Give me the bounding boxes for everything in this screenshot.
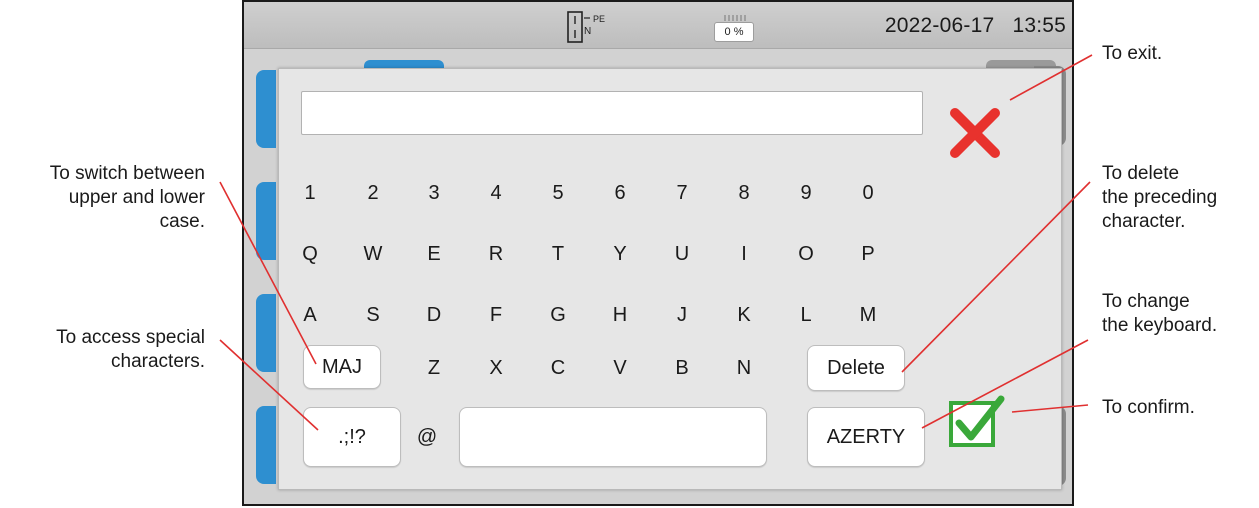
status-bar: PE N 0 % 2022-06-17 13:55 (244, 2, 1072, 49)
key-b[interactable]: B (658, 348, 706, 388)
key-d[interactable]: D (410, 295, 458, 335)
status-time: 13:55 (1012, 14, 1066, 37)
key-8[interactable]: 8 (720, 173, 768, 213)
key-9[interactable]: 9 (782, 173, 830, 213)
key-2[interactable]: 2 (349, 173, 397, 213)
key-4[interactable]: 4 (472, 173, 520, 213)
key-e[interactable]: E (410, 234, 458, 274)
status-datetime: 2022-06-17 13:55 (885, 14, 1066, 38)
azerty-button[interactable]: AZERTY (807, 407, 925, 467)
key-0[interactable]: 0 (844, 173, 892, 213)
key-o[interactable]: O (782, 234, 830, 274)
key-a[interactable]: A (286, 295, 334, 335)
battery-percent: 0 % (714, 22, 754, 42)
key-3[interactable]: 3 (410, 173, 458, 213)
maj-button[interactable]: MAJ (303, 345, 381, 389)
key-x[interactable]: X (472, 348, 520, 388)
key-7[interactable]: 7 (658, 173, 706, 213)
delete-button[interactable]: Delete (807, 345, 905, 391)
key-v[interactable]: V (596, 348, 644, 388)
battery-indicator: 0 % (714, 14, 756, 44)
key-j[interactable]: J (658, 295, 706, 335)
key-w[interactable]: W (349, 234, 397, 274)
key-5[interactable]: 5 (534, 173, 582, 213)
space-bar[interactable] (459, 407, 767, 467)
key-u[interactable]: U (658, 234, 706, 274)
annotation-change-keyboard: To change the keyboard. (1102, 291, 1218, 336)
background-side-tab-2 (256, 182, 276, 260)
key-f[interactable]: F (472, 295, 520, 335)
text-input-field[interactable] (301, 91, 923, 135)
key-c[interactable]: C (534, 348, 582, 388)
annotation-switch-case: To switch between upper and lower case. (49, 163, 205, 232)
key-g[interactable]: G (534, 295, 582, 335)
connection-pe-label: PE (593, 14, 605, 24)
key-r[interactable]: R (472, 234, 520, 274)
key-k[interactable]: K (720, 295, 768, 335)
key-z[interactable]: Z (410, 348, 458, 388)
special-characters-button[interactable]: .;!? (303, 407, 401, 467)
connection-n-label: N (584, 26, 591, 37)
background-side-tab-3 (256, 294, 276, 372)
background-side-tab-4 (256, 406, 276, 484)
key-m[interactable]: M (844, 295, 892, 335)
key-h[interactable]: H (596, 295, 644, 335)
background-side-tab-1 (256, 70, 276, 148)
key-n[interactable]: N (720, 348, 768, 388)
battery-ticks (724, 15, 746, 21)
key-i[interactable]: I (720, 234, 768, 274)
key-y[interactable]: Y (596, 234, 644, 274)
key-at[interactable]: @ (403, 417, 451, 457)
status-date: 2022-06-17 (884, 14, 995, 37)
key-p[interactable]: P (844, 234, 892, 274)
key-t[interactable]: T (534, 234, 582, 274)
annotation-confirm: To confirm. (1102, 397, 1195, 418)
keyboard-panel: 1 2 3 4 5 6 7 8 9 0 Q W E R T Y U I O P … (278, 68, 1062, 490)
connection-icon: PE N (567, 11, 605, 43)
device-screen: PE N 0 % 2022-06-17 13:55 1 2 3 4 5 6 7 … (242, 0, 1074, 506)
key-1[interactable]: 1 (286, 173, 334, 213)
checkmark-icon[interactable] (947, 393, 1005, 451)
annotation-delete: To delete the preceding character. (1102, 163, 1218, 232)
key-q[interactable]: Q (286, 234, 334, 274)
close-icon[interactable] (949, 107, 1001, 159)
annotation-special: To access special characters. (56, 327, 205, 372)
annotation-exit: To exit. (1102, 43, 1163, 64)
key-6[interactable]: 6 (596, 173, 644, 213)
key-s[interactable]: S (349, 295, 397, 335)
key-l[interactable]: L (782, 295, 830, 335)
